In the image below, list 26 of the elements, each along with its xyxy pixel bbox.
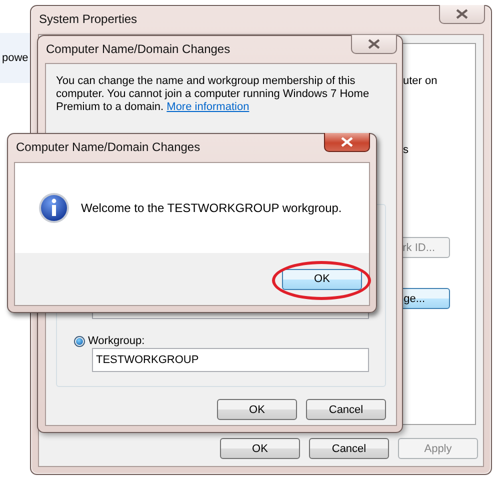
- dialog-button[interactable]: Cancel: [309, 438, 389, 459]
- close-button[interactable]: [324, 133, 370, 152]
- dialog-button[interactable]: Cancel: [306, 399, 386, 420]
- description-text: You can change the name and workgroup membership of this computer. You cannot join a computer running Windows 7 Home Premium to a domain. More information: [56, 75, 370, 114]
- partial-text: s: [403, 144, 408, 156]
- close-button[interactable]: [351, 35, 397, 54]
- dialog-button[interactable]: OK: [217, 399, 297, 420]
- more-information-link[interactable]: More information: [166, 101, 250, 113]
- window-title: Computer Name/Domain Changes: [16, 140, 200, 154]
- window-title: System Properties: [39, 12, 138, 26]
- dialog-button[interactable]: OK: [220, 438, 300, 459]
- workgroup-radio[interactable]: [74, 336, 85, 346]
- page-text: powe: [2, 52, 28, 64]
- radio-dot: [76, 338, 83, 344]
- workgroup-field[interactable]: TESTWORKGROUP: [92, 348, 369, 372]
- close-icon: [340, 137, 354, 147]
- message-text: Welcome to the TESTWORKGROUP workgroup.: [81, 201, 342, 215]
- close-icon: [367, 39, 381, 49]
- close-button[interactable]: [439, 5, 485, 24]
- info-icon: [38, 192, 70, 224]
- workgroup-label: Workgroup:: [88, 335, 145, 347]
- close-icon: [455, 9, 469, 19]
- window-title: Computer Name/Domain Changes: [46, 42, 230, 56]
- page-banner: [0, 33, 30, 83]
- partial-text: uter on: [403, 75, 438, 87]
- ok-button[interactable]: OK: [282, 268, 362, 290]
